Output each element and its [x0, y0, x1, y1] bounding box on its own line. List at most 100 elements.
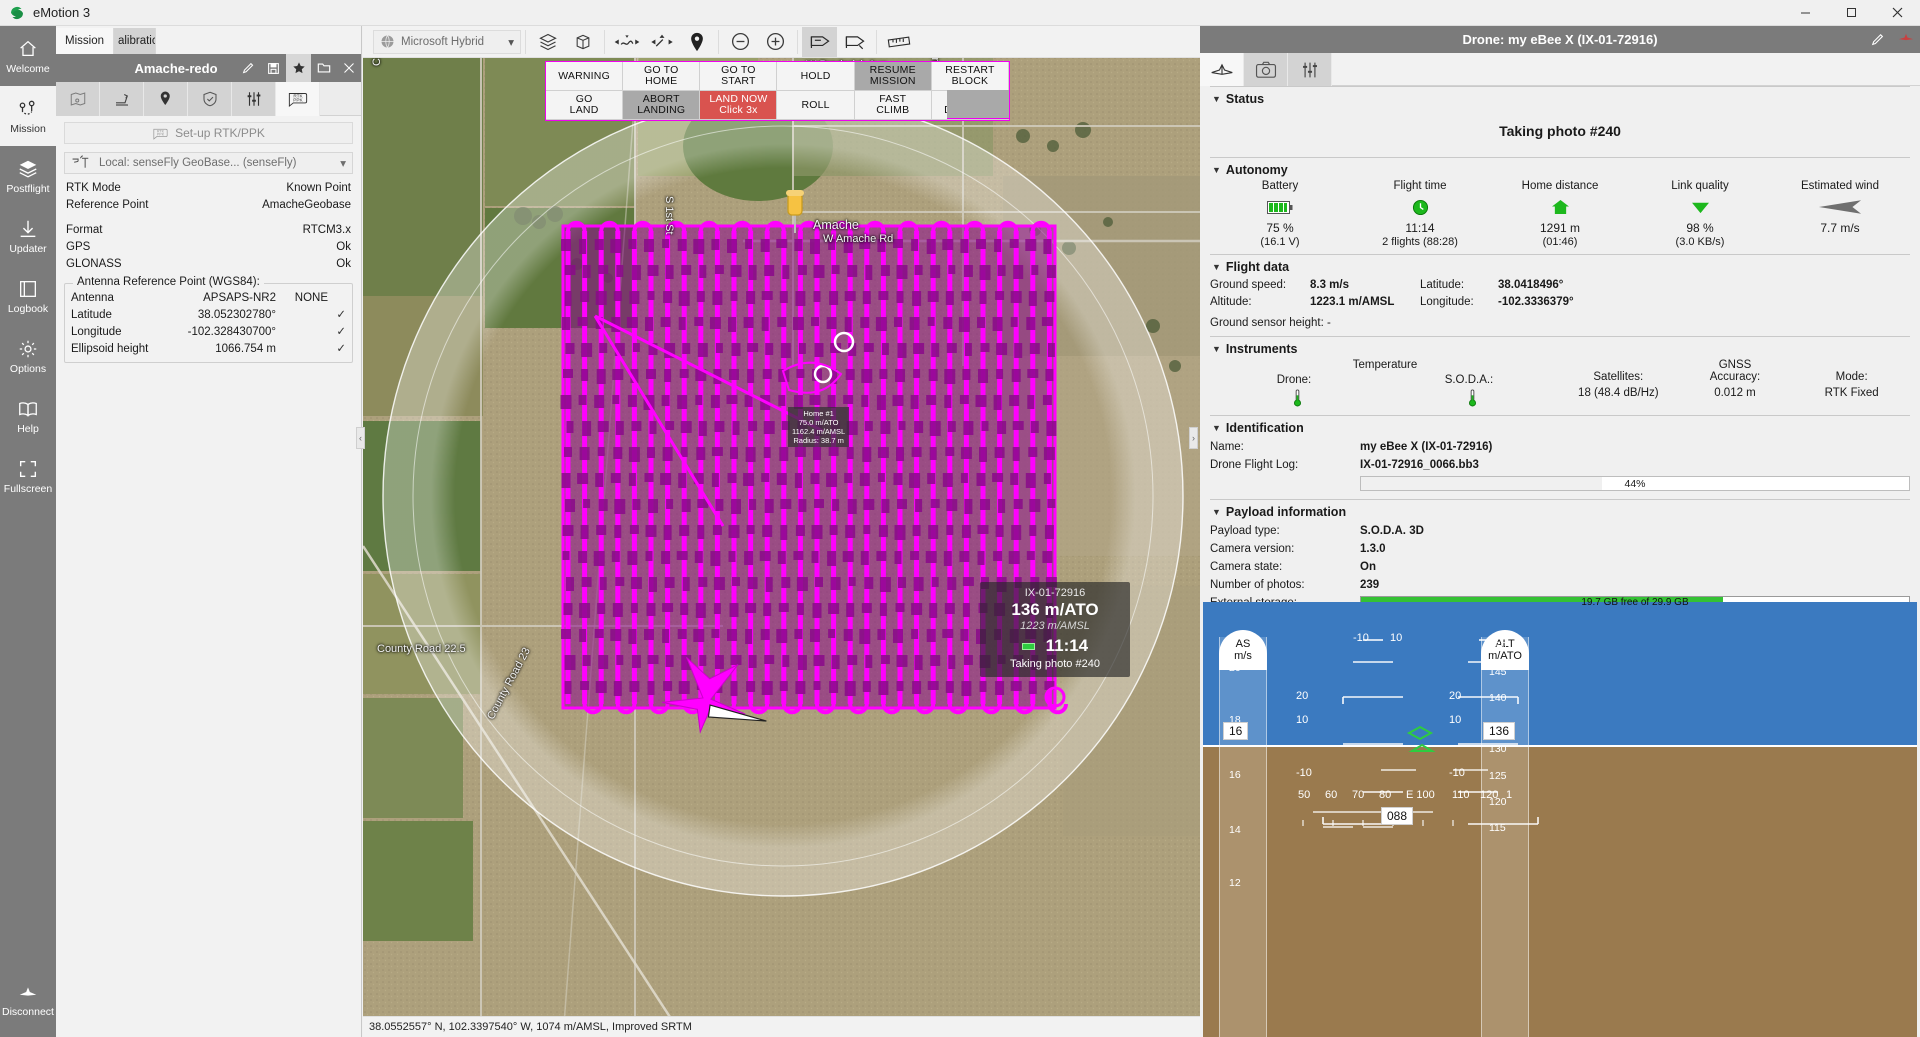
- gnss-label-accuracy: Accuracy:: [1677, 371, 1794, 383]
- edit-pencil-icon[interactable]: [236, 54, 261, 82]
- flight-log-progress-text: 44%: [1624, 478, 1645, 490]
- tab-settings[interactable]: [1288, 53, 1332, 86]
- tab-drone[interactable]: [1200, 53, 1244, 86]
- zoom-out-icon[interactable]: [723, 27, 758, 57]
- rail-item-mission[interactable]: Mission: [0, 86, 56, 146]
- flight-plan-icon[interactable]: [802, 27, 837, 57]
- tab-calibration[interactable]: alibratic: [114, 28, 156, 54]
- instruments-body: Drone: S.O.D.A.: Satellites: Accuracy: M…: [1210, 371, 1910, 407]
- autonomy-subvalue-flight-time: 2 flights (88:28): [1350, 235, 1490, 248]
- cmd-land-now[interactable]: LAND NOW Click 3x: [700, 91, 777, 120]
- right-panel-collapse-handle[interactable]: ›: [1189, 427, 1198, 449]
- pfd-heading-tick-70: 70: [1352, 789, 1364, 801]
- section-payload-header[interactable]: ▼ Payload information: [1210, 499, 1910, 522]
- place-marker-icon[interactable]: [679, 27, 714, 57]
- cmd-go-land[interactable]: GO LAND: [546, 91, 623, 120]
- rail-item-logbook[interactable]: Logbook: [0, 266, 56, 326]
- setup-rtk-ppk-button[interactable]: RTK PPK Set-up RTK/PPK: [64, 122, 353, 144]
- 3d-box-icon[interactable]: [565, 27, 600, 57]
- gnss-labels: Satellites: Accuracy: Mode:: [1560, 371, 1910, 383]
- cmd-hold[interactable]: HOLD: [777, 62, 854, 91]
- basemap-selector[interactable]: Microsoft Hybrid ▾: [373, 30, 521, 54]
- tab-mission[interactable]: Mission: [56, 28, 114, 54]
- pfd-pitch-ladder: [1203, 602, 1917, 1037]
- identification-label-flight-log: Drone Flight Log:: [1210, 456, 1360, 474]
- layers-icon[interactable]: [530, 27, 565, 57]
- open-folder-icon[interactable]: [311, 54, 336, 82]
- rail-item-welcome[interactable]: Welcome: [0, 26, 56, 86]
- map-area-icon[interactable]: [56, 82, 100, 116]
- flight-log-progress-row: 44%: [1210, 474, 1910, 497]
- autonomy-grid: Battery 75 % (16.1 V) Flight time 11:14 …: [1210, 180, 1910, 254]
- left-panel-tabstrip: Mission alibratic: [56, 26, 361, 54]
- drone-callout-amsl: 1223 m/AMSL: [986, 620, 1124, 632]
- maximize-button[interactable]: [1828, 0, 1874, 26]
- cmd-go-to-home[interactable]: GO TO HOME: [623, 62, 700, 91]
- flight-block-icon[interactable]: [837, 27, 872, 57]
- cmd-roll[interactable]: ROLL: [777, 91, 854, 120]
- rail-item-updater[interactable]: Updater: [0, 206, 56, 266]
- section-flight-data-title: Flight data: [1226, 260, 1289, 274]
- star-favorite-icon[interactable]: [286, 54, 311, 82]
- pfd-altitude-tick-120: 120: [1489, 796, 1507, 808]
- autonomy-value-estimated-wind: 7.7 m/s: [1770, 218, 1910, 235]
- signal-icon: [1630, 196, 1770, 218]
- flight-data-label-longitude: Longitude:: [1420, 294, 1498, 311]
- cmd-fast-climb[interactable]: FAST CLIMB: [855, 91, 932, 120]
- rail-label-fullscreen: Fullscreen: [4, 483, 52, 495]
- minimize-button[interactable]: [1782, 0, 1828, 26]
- cmd-abort-landing[interactable]: ABORT LANDING: [623, 91, 700, 120]
- section-flight-data-header[interactable]: ▼ Flight data: [1210, 254, 1910, 277]
- rtk-ppk-icon[interactable]: RTK PPK: [276, 82, 320, 116]
- rail-item-disconnect[interactable]: Disconnect: [0, 969, 56, 1029]
- chevron-down-icon[interactable]: ▾: [508, 35, 514, 49]
- instruments-headers: Temperature GNSS: [1210, 359, 1910, 371]
- takeoff-icon[interactable]: [100, 82, 144, 116]
- cmd-warning[interactable]: WARNING: [546, 62, 623, 91]
- row-rtk-mode-value: Known Point: [286, 180, 351, 197]
- geobase-selector[interactable]: Local: senseFly GeoBase... (senseFly) ▾: [64, 152, 353, 174]
- left-navigation-rail: Welcome Mission Postflight Updater: [0, 26, 56, 1037]
- pfd-airspeed-tick-12: 12: [1229, 877, 1241, 889]
- svg-text:PPK: PPK: [157, 132, 165, 136]
- ruler-icon[interactable]: [881, 27, 916, 57]
- row-longitude-check: ✓: [328, 324, 346, 341]
- rail-item-help[interactable]: Help: [0, 386, 56, 446]
- section-status-header[interactable]: ▼ Status: [1210, 86, 1910, 109]
- row-longitude-key: Longitude: [71, 324, 188, 341]
- gnss-value-satellites: 18 (48.4 dB/Hz): [1560, 387, 1677, 399]
- payload-label-camera-version: Camera version:: [1210, 540, 1360, 558]
- edit-pencil-icon[interactable]: [1864, 26, 1892, 53]
- section-identification-header[interactable]: ▼ Identification: [1210, 415, 1910, 438]
- section-autonomy-header[interactable]: ▼ Autonomy: [1210, 157, 1910, 180]
- temperature-label-drone: Drone:: [1277, 374, 1312, 386]
- left-panel-collapse-handle[interactable]: ‹: [356, 427, 365, 449]
- close-x-icon[interactable]: [336, 54, 361, 82]
- shield-icon[interactable]: [188, 82, 232, 116]
- waypoint-add-icon[interactable]: [144, 82, 188, 116]
- rail-label-mission: Mission: [10, 123, 46, 135]
- disconnect-icon[interactable]: [1892, 26, 1920, 53]
- section-flight-data: ▼ Flight data Ground speed: 8.3 m/s Lati…: [1210, 254, 1910, 332]
- cmd-restart-block[interactable]: RESTART BLOCK: [932, 62, 1009, 91]
- rail-item-options[interactable]: Options: [0, 326, 56, 386]
- measure-path-icon[interactable]: [609, 27, 644, 57]
- close-button[interactable]: [1874, 0, 1920, 26]
- map-view[interactable]: Microsoft Hybrid ▾: [363, 26, 1200, 1037]
- section-instruments-header[interactable]: ▼ Instruments: [1210, 336, 1910, 359]
- flight-data-value-altitude: 1223.1 m/AMSL: [1310, 294, 1420, 311]
- rail-item-postflight[interactable]: Postflight: [0, 146, 56, 206]
- amache-map-pin-icon[interactable]: [782, 189, 808, 235]
- tab-camera[interactable]: [1244, 53, 1288, 86]
- rail-item-fullscreen[interactable]: Fullscreen: [0, 446, 56, 506]
- primary-flight-display[interactable]: -10 10 20 20 10 10 -10 -10 50 60 70 80 E…: [1203, 602, 1917, 1037]
- zoom-in-icon[interactable]: [758, 27, 793, 57]
- chevron-down-icon[interactable]: ▾: [340, 156, 346, 170]
- sliders-icon[interactable]: [232, 82, 276, 116]
- cmd-resume-mission[interactable]: RESUME MISSION: [855, 62, 932, 91]
- flight-log-progress-bar: 44%: [1360, 476, 1910, 491]
- mission-tool-bar: RTK PPK: [56, 82, 361, 116]
- pan-arrows-icon[interactable]: [644, 27, 679, 57]
- cmd-go-to-start[interactable]: GO TO START: [700, 62, 777, 91]
- save-disk-icon[interactable]: [261, 54, 286, 82]
